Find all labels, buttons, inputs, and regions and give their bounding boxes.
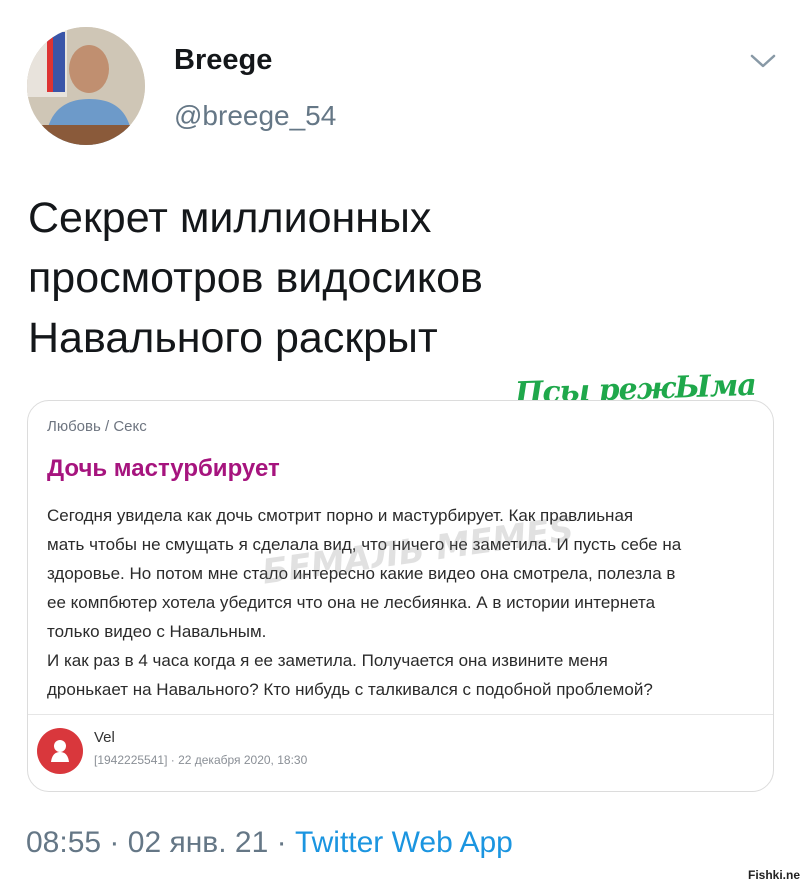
post-title[interactable]: Дочь мастурбирует bbox=[47, 455, 280, 483]
post-author[interactable]: Vel bbox=[94, 729, 115, 746]
tweet-text: Секрет миллионных просмотров видосиков Н… bbox=[28, 194, 483, 362]
display-name[interactable]: Breege bbox=[174, 44, 272, 77]
tweet-source-link[interactable]: Twitter Web App bbox=[295, 826, 513, 859]
person-icon bbox=[51, 740, 69, 762]
site-watermark: Fishki.net bbox=[748, 868, 800, 882]
tweet-footer: 08:55 · 02 янв. 21 · Twitter Web App bbox=[26, 826, 513, 860]
post-body: Сегодня увидела как дочь смотрит порно и… bbox=[47, 506, 682, 699]
tweet-time[interactable]: 08:55 bbox=[26, 826, 101, 859]
post-category[interactable]: Любовь / Секс bbox=[47, 418, 147, 435]
post-meta: [1942225541] · 22 декабря 2020, 18:30 bbox=[94, 753, 308, 767]
author-avatar[interactable] bbox=[37, 728, 83, 774]
user-photo-icon bbox=[27, 27, 145, 145]
tweet-date[interactable]: 02 янв. 21 bbox=[128, 826, 269, 859]
avatar[interactable] bbox=[27, 27, 145, 145]
user-handle[interactable]: @breege_54 bbox=[174, 100, 336, 132]
embedded-post-card[interactable]: Любовь / Секс Дочь мастурбирует Сегодня … bbox=[27, 400, 774, 792]
chevron-down-icon[interactable] bbox=[748, 50, 778, 72]
separator: · bbox=[276, 826, 287, 859]
divider bbox=[28, 714, 773, 715]
separator: · bbox=[109, 826, 120, 859]
